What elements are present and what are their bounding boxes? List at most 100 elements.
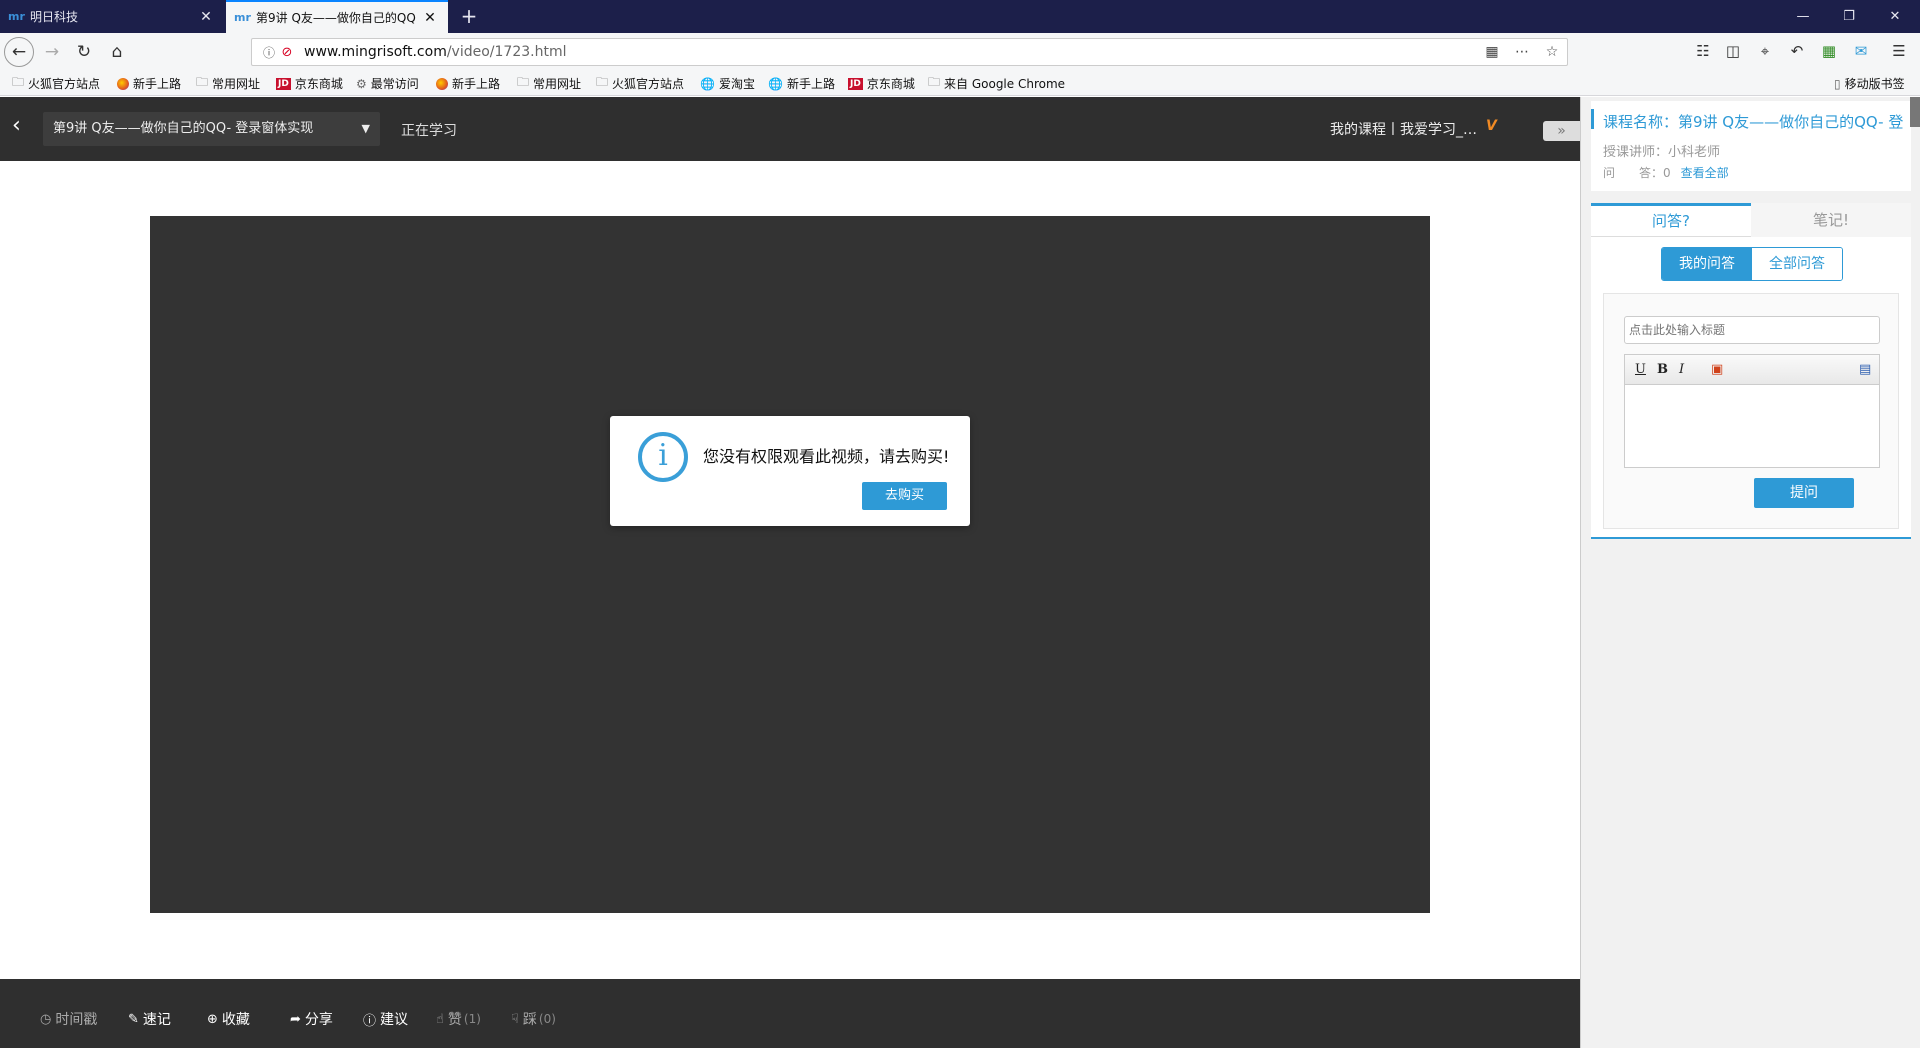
bookmark-item[interactable]: 🌐 新手上路 xyxy=(768,74,835,93)
action-label: 赞 xyxy=(447,1012,462,1028)
course-select-label: 第9讲 Q友——做你自己的QQ- 登录窗体实现 xyxy=(53,121,314,136)
globe-icon: 🌐 xyxy=(700,76,715,91)
menu-icon[interactable]: ☰ xyxy=(1888,42,1910,62)
image-icon[interactable]: ▣ xyxy=(1711,362,1723,377)
bookmark-label: 火狐官方站点 xyxy=(612,77,685,91)
action-label: 建议 xyxy=(380,1012,409,1028)
bookmark-item[interactable]: JD 京东商城 xyxy=(848,74,915,93)
restore-icon[interactable]: ❐ xyxy=(1826,0,1872,33)
qa-filter: 我的问答 全部问答 xyxy=(1661,247,1843,281)
url-text[interactable]: www.mingrisoft.com/video/1723.html xyxy=(304,44,1477,60)
reload-button[interactable]: ↻ xyxy=(70,38,98,66)
navigation-bar: ← → ↻ ⌂ ⓘ ⊘ www.mingrisoft.com/video/172… xyxy=(0,33,1920,71)
share-button[interactable]: ➦ 分享 xyxy=(290,1009,333,1029)
tab-title: 第9讲 Q友——做你自己的QQ xyxy=(256,11,416,25)
window-close-icon[interactable]: ✕ xyxy=(1872,0,1918,33)
jd-icon: JD xyxy=(848,77,863,90)
bookmark-item[interactable]: 新手上路 xyxy=(436,74,500,93)
mobile-bookmarks[interactable]: ▯ 移动版书签 xyxy=(1834,74,1905,93)
bookmark-item[interactable]: 🌐 爱淘宝 xyxy=(700,74,755,93)
my-qa-button[interactable]: 我的问答 xyxy=(1662,248,1752,280)
bookmark-item[interactable]: ⚙ 最常访问 xyxy=(356,74,419,93)
bookmark-item[interactable]: 新手上路 xyxy=(117,74,181,93)
my-course-link[interactable]: 我的课程丨我爱学习_… xyxy=(1330,119,1477,139)
bookmark-label: 移动版书签 xyxy=(1844,77,1905,91)
back-button[interactable]: ← xyxy=(4,37,34,67)
bookmark-label: 常用网址 xyxy=(533,77,582,91)
question-title-input[interactable] xyxy=(1624,316,1880,344)
timestamp-button[interactable]: ◷ 时间戳 xyxy=(40,1009,97,1029)
bookmark-item[interactable]: 🗀 火狐官方站点 xyxy=(12,74,100,93)
action-label: 收藏 xyxy=(221,1012,250,1028)
bookmark-item[interactable]: JD 京东商城 xyxy=(276,74,343,93)
info-icon[interactable]: ⓘ xyxy=(260,44,278,61)
bookmark-item[interactable]: 🗀 来自 Google Chrome xyxy=(928,74,1065,93)
folder-icon: 🗀 xyxy=(928,75,941,89)
close-icon[interactable]: ✕ xyxy=(198,9,214,25)
screenshot-icon[interactable]: ⌖ xyxy=(1754,42,1776,62)
study-status: 正在学习 xyxy=(401,123,457,139)
firefox-icon xyxy=(117,77,129,90)
italic-button[interactable]: I xyxy=(1679,362,1684,377)
plus-circle-icon: ⊕ xyxy=(207,1011,218,1027)
tab-qa[interactable]: 问答? xyxy=(1591,203,1751,237)
fullscreen-icon[interactable]: ▤ xyxy=(1859,362,1871,377)
folder-icon: 🗀 xyxy=(196,75,209,89)
bookmark-label: 新手上路 xyxy=(786,77,835,91)
sidebar-icon[interactable]: ◫ xyxy=(1722,42,1744,62)
folder-icon: 🗀 xyxy=(12,75,25,89)
action-label: 时间戳 xyxy=(55,1012,98,1028)
permission-dialog: i 您没有权限观看此视频，请去购买! 去购买 xyxy=(610,416,970,526)
page-content: ‹ 第9讲 Q友——做你自己的QQ- 登录窗体实现 ▼ 正在学习 我的课程丨我爱… xyxy=(0,97,1920,1048)
suggest-button[interactable]: ⓘ 建议 xyxy=(363,1009,408,1029)
bookmark-item[interactable]: 🗀 火狐官方站点 xyxy=(596,74,684,93)
more-icon[interactable]: ⋯ xyxy=(1507,44,1537,60)
minimize-icon[interactable]: — xyxy=(1780,0,1826,33)
bold-button[interactable]: B xyxy=(1657,362,1668,377)
bookmark-label: 新手上路 xyxy=(133,77,182,91)
library-icon[interactable]: ☷ xyxy=(1692,42,1714,62)
bookmark-label: 来自 Google Chrome xyxy=(944,77,1066,91)
foot-icon: ☟ xyxy=(511,1011,519,1027)
bookmark-label: 京东商城 xyxy=(294,77,343,91)
home-button[interactable]: ⌂ xyxy=(103,38,131,66)
bookmark-item[interactable]: 🗀 常用网址 xyxy=(196,74,260,93)
tab-video[interactable]: mr 第9讲 Q友——做你自己的QQ ✕ xyxy=(226,0,448,33)
bookmarks-bar: 🗀 火狐官方站点 新手上路 🗀 常用网址 JD 京东商城 ⚙ 最常访问 新手上路 🗀 常用… xyxy=(0,71,1920,96)
undo-icon[interactable]: ↶ xyxy=(1786,42,1808,62)
url-bar[interactable]: ⓘ ⊘ www.mingrisoft.com/video/1723.html ▦… xyxy=(251,38,1568,66)
submit-question-button[interactable]: 提问 xyxy=(1754,478,1854,508)
shorthand-note-button[interactable]: ✎ 速记 xyxy=(128,1009,171,1029)
vip-badge[interactable]: V xyxy=(1486,118,1497,134)
back-arrow-icon[interactable]: ‹ xyxy=(12,113,21,138)
dislike-button[interactable]: ☟ 踩 (0) xyxy=(511,1009,556,1029)
tab-notes[interactable]: 笔记! xyxy=(1751,203,1911,237)
video-player[interactable] xyxy=(150,216,1430,913)
url-host: www.mingrisoft.com xyxy=(304,44,447,60)
question-editor[interactable]: U B I ▣ ▤ xyxy=(1624,354,1880,468)
new-tab-button[interactable]: + xyxy=(456,3,482,29)
chevron-down-icon: ▼ xyxy=(361,122,370,135)
course-info: 课程名称：第9讲 Q友——做你自己的QQ- 登录窗体实现 授课讲师：小科老师 问… xyxy=(1591,101,1911,191)
star-icon[interactable]: ☆ xyxy=(1537,44,1567,60)
chat-icon[interactable]: ✉ xyxy=(1850,42,1872,62)
like-button[interactable]: ☝ 赞 (1) xyxy=(436,1009,481,1029)
bookmark-label: 京东商城 xyxy=(866,77,915,91)
collapse-panel-button[interactable]: » xyxy=(1543,121,1580,141)
insecure-lock-icon[interactable]: ⊘ xyxy=(278,45,296,60)
qr-code-icon[interactable]: ▦ xyxy=(1477,44,1507,60)
scrollbar[interactable] xyxy=(1910,97,1920,127)
underline-button[interactable]: U xyxy=(1635,362,1646,377)
view-all-link[interactable]: 查看全部 xyxy=(1681,166,1729,180)
excel-icon[interactable]: ▦ xyxy=(1818,42,1840,62)
course-select[interactable]: 第9讲 Q友——做你自己的QQ- 登录窗体实现 ▼ xyxy=(43,112,380,146)
forward-button[interactable]: → xyxy=(38,38,66,66)
bookmark-item[interactable]: 🗀 常用网址 xyxy=(517,74,581,93)
course-name: 课程名称：第9讲 Q友——做你自己的QQ- 登录窗体实现 xyxy=(1603,113,1903,131)
buy-button[interactable]: 去购买 xyxy=(862,482,947,510)
thumb-up-icon: ☝ xyxy=(436,1011,444,1027)
tab-mingri[interactable]: mr 明日科技 ✕ xyxy=(0,0,224,33)
all-qa-button[interactable]: 全部问答 xyxy=(1752,248,1842,280)
close-icon[interactable]: ✕ xyxy=(422,10,438,26)
favorite-button[interactable]: ⊕ 收藏 xyxy=(207,1009,250,1029)
